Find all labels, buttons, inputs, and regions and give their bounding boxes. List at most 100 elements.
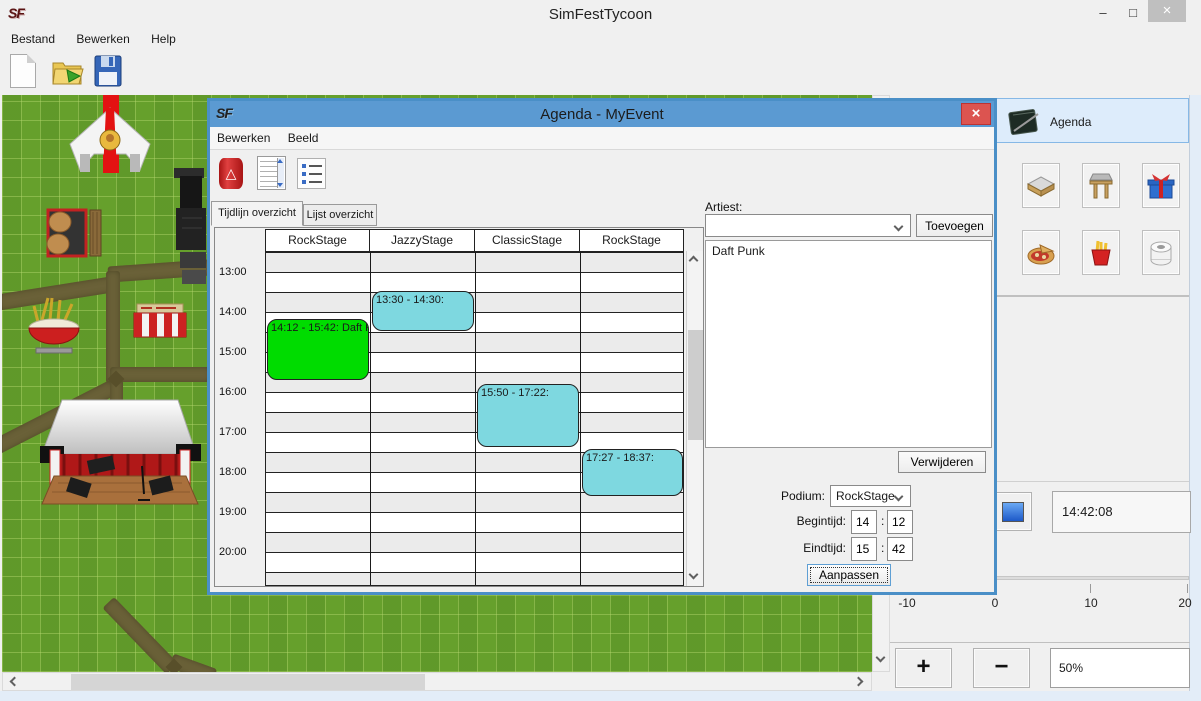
- begin-minute-field[interactable]: [887, 510, 913, 534]
- build-button-stage-structure[interactable]: [1082, 163, 1120, 208]
- play-pause-button[interactable]: [993, 492, 1032, 531]
- podium-combobox[interactable]: RockStage: [830, 485, 911, 507]
- fries-icon: [1086, 239, 1116, 267]
- zoom-in-button[interactable]: +: [895, 648, 952, 688]
- dialog-close-button[interactable]: ×: [961, 103, 991, 125]
- dialog-menubar: Bewerken Beeld: [210, 127, 994, 150]
- menu-bewerken[interactable]: Bewerken: [67, 28, 138, 46]
- delete-trash-icon[interactable]: △: [219, 158, 243, 189]
- zoom-level-field[interactable]: 50%: [1050, 648, 1190, 688]
- speaker-rig[interactable]: [172, 168, 210, 288]
- build-button-platform[interactable]: [1022, 163, 1060, 208]
- artist-label: Artiest:: [705, 200, 742, 214]
- time-label: 17:00: [219, 426, 263, 438]
- scroll-down-icon[interactable]: [689, 570, 699, 580]
- scroll-down-icon[interactable]: [876, 653, 886, 663]
- scrollbar-thumb[interactable]: [71, 674, 425, 690]
- time-colon: :: [881, 514, 884, 528]
- menu-bestand[interactable]: Bestand: [2, 28, 64, 46]
- save-file-icon[interactable]: [93, 54, 123, 88]
- sidebar-item-agenda[interactable]: Agenda: [993, 98, 1189, 143]
- build-button-fries[interactable]: [1082, 230, 1120, 275]
- slider-label: -10: [893, 596, 921, 610]
- scroll-up-icon[interactable]: [689, 256, 699, 266]
- column-line: [370, 252, 371, 585]
- pizza-icon: [1026, 239, 1056, 267]
- time-colon: :: [881, 541, 884, 555]
- slider-label: 0: [987, 596, 1003, 610]
- dialog-menu-beeld[interactable]: Beeld: [281, 127, 326, 145]
- panel-divider: [890, 642, 1190, 643]
- artist-combobox[interactable]: [705, 214, 911, 237]
- timeline-panel: RockStage JazzyStage ClassicStage RockSt…: [214, 227, 704, 587]
- schedule-event[interactable]: 17:27 - 18:37:: [582, 449, 683, 496]
- burger-stand[interactable]: [46, 208, 106, 260]
- schedule-event[interactable]: 15:50 - 17:22:: [477, 384, 579, 447]
- zoom-out-button[interactable]: −: [973, 648, 1030, 688]
- artist-list-item[interactable]: Daft Punk: [706, 241, 991, 261]
- remove-artist-button[interactable]: Verwijderen: [898, 451, 986, 473]
- dialog-menu-bewerken[interactable]: Bewerken: [210, 127, 277, 145]
- column-header: JazzyStage: [369, 229, 475, 252]
- slider-tick: [1187, 584, 1188, 593]
- scrollbar-thumb[interactable]: [688, 330, 703, 440]
- dialog-titlebar[interactable]: SF Agenda - MyEvent ×: [210, 101, 994, 127]
- column-header: RockStage: [579, 229, 684, 252]
- time-label: 14:00: [219, 306, 263, 318]
- window-bottom-edge: [0, 691, 1201, 701]
- build-button-gift[interactable]: [1142, 163, 1180, 208]
- main-stage[interactable]: [38, 396, 202, 508]
- main-titlebar: SF SimFestTycoon – □ ×: [0, 0, 1201, 28]
- bullet-list-icon[interactable]: [297, 158, 326, 189]
- time-label: 18:00: [219, 466, 263, 478]
- begin-hour-field[interactable]: [851, 510, 877, 534]
- stage-structure-icon: [1086, 172, 1116, 200]
- slider-label: 20: [1173, 596, 1197, 610]
- map-horizontal-scrollbar[interactable]: [2, 672, 872, 691]
- minimize-button[interactable]: –: [1092, 4, 1114, 24]
- dialog-title: Agenda - MyEvent: [210, 106, 994, 123]
- simfesttycoon-window: SF SimFestTycoon – □ × Bestand Bewerken …: [0, 0, 1201, 701]
- main-menubar: Bestand Bewerken Help: [0, 28, 1201, 50]
- fries-stand[interactable]: [26, 294, 82, 354]
- time-label: 13:00: [219, 266, 263, 278]
- game-clock: 14:42:08: [1052, 491, 1191, 533]
- tab-lijst-overzicht[interactable]: Lijst overzicht: [303, 204, 377, 226]
- open-file-icon[interactable]: [50, 54, 86, 90]
- scroll-left-icon[interactable]: [10, 677, 20, 687]
- menu-help[interactable]: Help: [142, 28, 185, 46]
- schedule-event[interactable]: 13:30 - 14:30:: [372, 291, 474, 331]
- podium-combo-value: RockStage: [836, 489, 895, 503]
- end-hour-field[interactable]: [851, 537, 877, 561]
- add-artist-button[interactable]: Toevoegen: [916, 214, 993, 237]
- toilet-paper-icon: [1146, 239, 1176, 267]
- timeline-scrollbar[interactable]: [686, 251, 703, 586]
- close-button[interactable]: ×: [1148, 0, 1186, 22]
- time-label: 19:00: [219, 506, 263, 518]
- scroll-right-icon[interactable]: [854, 677, 864, 687]
- schedule-event-daft-punk[interactable]: 14:12 - 15:42: Daft Punk: [267, 319, 369, 380]
- chevron-down-icon: [894, 492, 904, 502]
- apply-button[interactable]: Aanpassen: [807, 564, 891, 586]
- gift-icon: [1146, 172, 1176, 200]
- detail-list-icon[interactable]: [257, 156, 286, 190]
- timeline-grid[interactable]: 14:12 - 15:42: Daft Punk 13:30 - 14:30: …: [265, 251, 684, 586]
- tab-tijdlijn-overzicht[interactable]: Tijdlijn overzicht: [211, 201, 303, 226]
- artist-listbox[interactable]: Daft Punk: [705, 240, 992, 448]
- time-label: 15:00: [219, 346, 263, 358]
- entrance-tent[interactable]: [68, 106, 152, 176]
- build-button-toilet-paper[interactable]: [1142, 230, 1180, 275]
- striped-booth[interactable]: [132, 302, 188, 342]
- play-icon: [1002, 502, 1024, 522]
- begin-time-label: Begintijd:: [778, 514, 846, 528]
- window-title: SimFestTycoon: [0, 6, 1201, 23]
- column-header: ClassicStage: [474, 229, 580, 252]
- new-file-icon[interactable]: [10, 54, 36, 88]
- slider-label: 10: [1079, 596, 1103, 610]
- build-button-pizza[interactable]: [1022, 230, 1060, 275]
- time-label: 20:00: [219, 546, 263, 558]
- end-minute-field[interactable]: [887, 537, 913, 561]
- agenda-book-icon: [1006, 107, 1042, 137]
- maximize-button[interactable]: □: [1122, 4, 1144, 24]
- end-time-label: Eindtijd:: [778, 541, 846, 555]
